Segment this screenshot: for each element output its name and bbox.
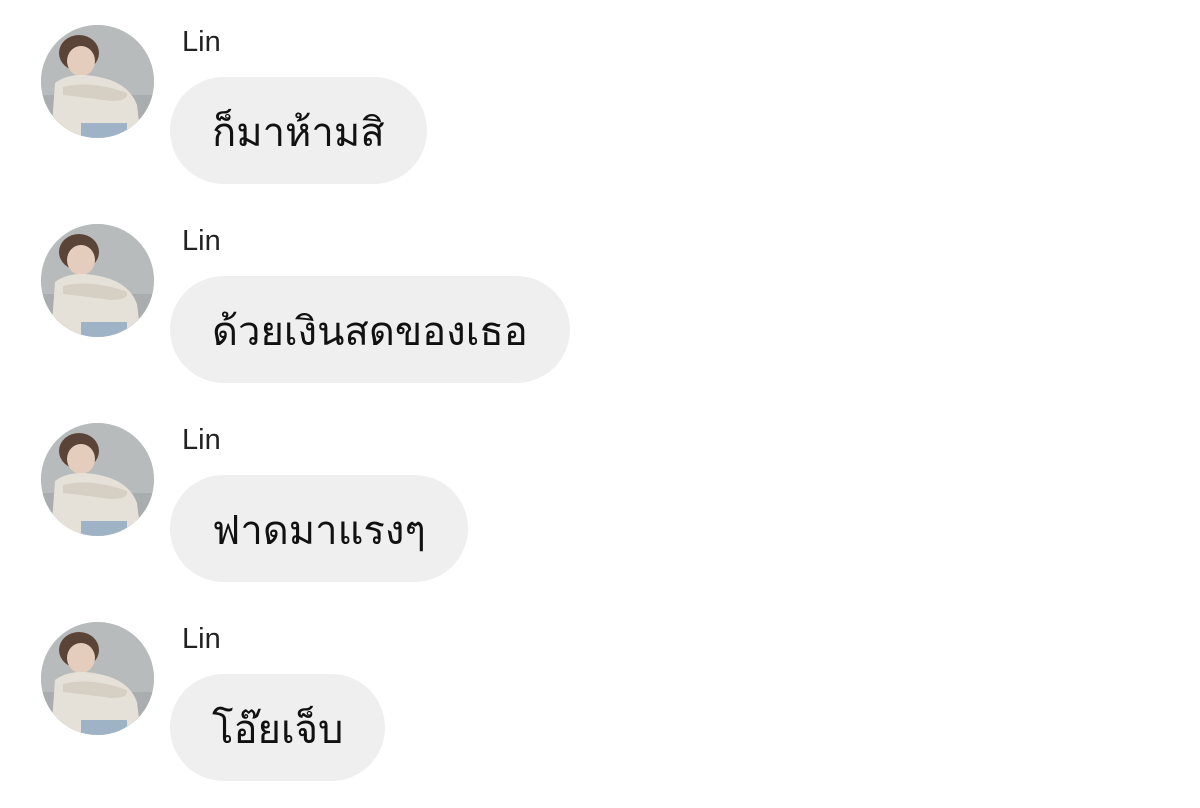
- message-bubble[interactable]: ฟาดมาแรงๆ: [170, 475, 468, 582]
- message-bubble[interactable]: ด้วยเงินสดของเธอ: [170, 276, 570, 383]
- message-row: Lin ก็มาห้ามสิ: [0, 0, 1200, 190]
- message-bubble[interactable]: โอ๊ยเจ็บ: [170, 674, 386, 781]
- avatar-photo: [41, 25, 154, 138]
- message-text: ด้วยเงินสดของเธอ: [212, 308, 528, 355]
- avatar-photo: [41, 224, 154, 337]
- avatar-photo: [41, 622, 154, 735]
- message-row: Lin ฟาดมาแรงๆ: [0, 398, 1200, 588]
- chat-thread: Lin ก็มาห้ามสิ Lin ด้วยเงินสดของเธอ Lin …: [0, 0, 1200, 808]
- sender-name: Lin: [182, 424, 221, 456]
- avatar[interactable]: [41, 25, 154, 138]
- message-row: Lin ด้วยเงินสดของเธอ: [0, 199, 1200, 389]
- sender-name: Lin: [182, 225, 221, 257]
- avatar[interactable]: [41, 622, 154, 735]
- avatar[interactable]: [41, 224, 154, 337]
- message-row: Lin โอ๊ยเจ็บ: [0, 597, 1200, 787]
- message-text: ฟาดมาแรงๆ: [212, 507, 426, 554]
- sender-name: Lin: [182, 26, 221, 58]
- message-text: ก็มาห้ามสิ: [212, 109, 385, 156]
- message-text: โอ๊ยเจ็บ: [212, 706, 344, 753]
- message-bubble[interactable]: ก็มาห้ามสิ: [170, 77, 427, 184]
- sender-name: Lin: [182, 623, 221, 655]
- avatar-photo: [41, 423, 154, 536]
- avatar[interactable]: [41, 423, 154, 536]
